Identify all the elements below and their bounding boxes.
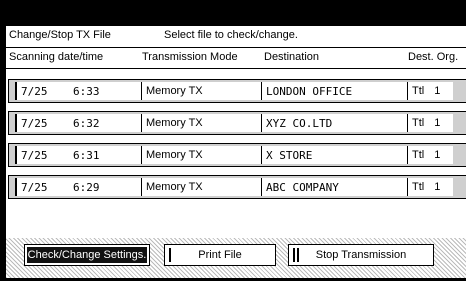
file-list-panel: Change/Stop TX File Select file to check…: [6, 26, 466, 278]
dest-count: Ttl: [412, 85, 425, 97]
print-file-label: Print File: [198, 249, 242, 261]
scan-time: 6:29: [73, 180, 100, 194]
title-bar: Change/Stop TX File Select file to check…: [6, 26, 466, 48]
org-count: 1: [434, 181, 441, 193]
dest-count: Ttl: [412, 181, 425, 193]
transmission-mode: Memory TX: [141, 82, 261, 100]
org-count: 1: [434, 149, 441, 161]
scan-date: 7/25: [21, 180, 48, 194]
org-count: 1: [434, 117, 441, 129]
stop-transmission-button[interactable]: Stop Transmission: [288, 244, 434, 266]
col-destination: Destination: [264, 51, 320, 63]
dest-count: Ttl: [412, 117, 425, 129]
action-bar: Check/Change Settings. Print File Stop T…: [6, 238, 466, 278]
scan-date: 7/25: [21, 84, 48, 98]
destination: XYZ CO.LTD: [261, 114, 407, 132]
transmission-mode: Memory TX: [141, 114, 261, 132]
file-row[interactable]: 7/25 6:29 Memory TX ABC COMPANY Ttl 1: [8, 175, 466, 199]
check-change-settings-button[interactable]: Check/Change Settings.: [24, 244, 150, 266]
instruction-text: Select file to check/change.: [164, 29, 298, 41]
col-transmission-mode: Transmission Mode: [142, 51, 238, 63]
file-row[interactable]: 7/25 6:31 Memory TX X STORE Ttl 1: [8, 143, 466, 167]
destination: LONDON OFFICE: [261, 82, 407, 100]
file-row[interactable]: 7/25 6:33 Memory TX LONDON OFFICE Ttl 1: [8, 79, 466, 103]
column-header: Scanning date/time Transmission Mode Des…: [6, 48, 466, 69]
scan-time: 6:31: [73, 148, 100, 162]
stop-transmission-label: Stop Transmission: [315, 249, 407, 261]
button-edge-icon: [297, 248, 299, 262]
org-count: 1: [434, 85, 441, 97]
scan-date: 7/25: [21, 148, 48, 162]
transmission-mode: Memory TX: [141, 146, 261, 164]
scan-time: 6:32: [73, 116, 100, 130]
scan-date: 7/25: [21, 116, 48, 130]
file-row[interactable]: 7/25 6:32 Memory TX XYZ CO.LTD Ttl 1: [8, 111, 466, 135]
page-title: Change/Stop TX File: [9, 29, 111, 41]
scan-time: 6:33: [73, 84, 100, 98]
destination: X STORE: [261, 146, 407, 164]
dest-count: Ttl: [412, 149, 425, 161]
print-file-button[interactable]: Print File: [164, 244, 276, 266]
col-scan-datetime: Scanning date/time: [9, 51, 104, 63]
transmission-mode: Memory TX: [141, 178, 261, 196]
button-edge-icon: [169, 248, 171, 262]
col-dest-org: Dest. Org.: [408, 51, 459, 63]
button-edge-icon: [293, 248, 295, 262]
destination: ABC COMPANY: [261, 178, 407, 196]
